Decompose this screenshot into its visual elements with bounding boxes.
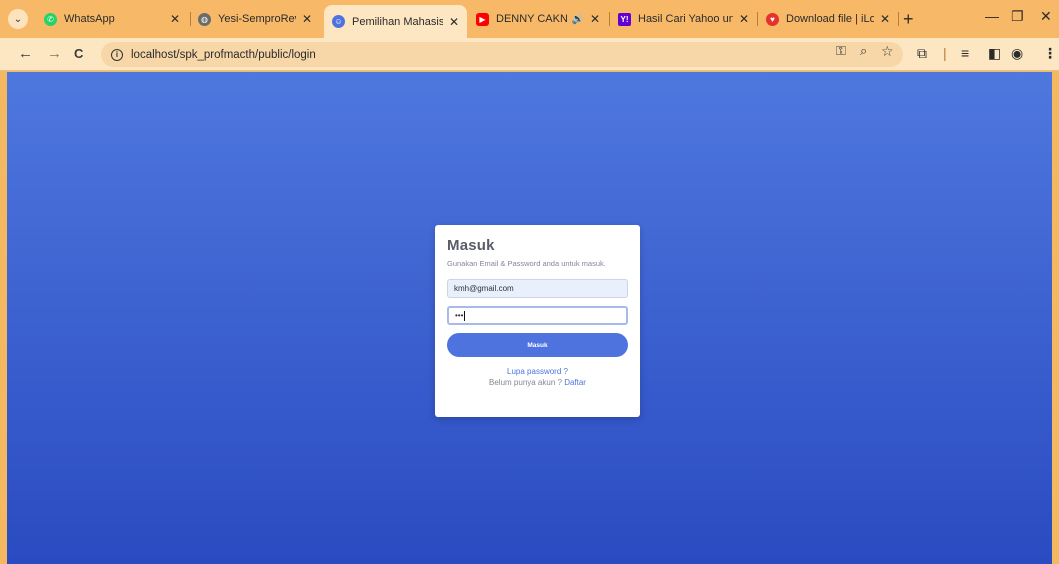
audio-playing-icon[interactable]: 🔊	[571, 14, 583, 25]
menu-icon[interactable]: ⋮	[1043, 45, 1057, 62]
email-field[interactable]: kmh@gmail.com	[447, 279, 628, 298]
register-prefix: Belum punya akun ?	[489, 378, 562, 387]
reload-icon[interactable]: C	[74, 46, 83, 61]
youtube-icon: ▶	[476, 12, 489, 26]
tab-denny-caknan[interactable]: ▶ DENNY CAKNAN 🔊 ✕	[468, 7, 608, 31]
tab-strip: ⌄ ✆ WhatsApp ✕ ◍ Yesi-SemproRevisirev ✕ …	[0, 0, 1059, 38]
email-value: kmh@gmail.com	[454, 284, 514, 293]
forgot-password-link[interactable]: Lupa password ?	[447, 367, 628, 376]
site-icon: ☺	[332, 15, 345, 28]
extensions-icon[interactable]: ⧉	[917, 45, 927, 62]
restore-icon[interactable]: ❐	[1011, 8, 1024, 25]
text-caret	[464, 310, 466, 321]
back-arrow-icon[interactable]: ←	[18, 45, 33, 62]
new-tab-button[interactable]: +	[903, 9, 914, 30]
forward-arrow-icon[interactable]: →	[47, 45, 62, 62]
site-info-icon[interactable]: i	[111, 48, 123, 61]
tab-close-icon[interactable]: ✕	[170, 12, 180, 26]
register-line: Belum punya akun ? Daftar	[447, 378, 628, 387]
tab-close-icon[interactable]: ✕	[449, 15, 459, 29]
password-field[interactable]: •••	[447, 306, 628, 325]
address-bar[interactable]: i localhost/spk_profmacth/public/login	[101, 42, 903, 67]
media-icon[interactable]: ≡	[961, 45, 969, 61]
chevron-down-icon: ⌄	[13, 13, 23, 25]
tab-close-icon[interactable]: ✕	[302, 12, 312, 26]
password-value: •••	[455, 311, 464, 320]
page-viewport: Masuk Gunakan Email & Password anda untu…	[7, 72, 1052, 564]
tab-separator	[898, 12, 899, 26]
tab-whatsapp[interactable]: ✆ WhatsApp ✕	[36, 7, 188, 31]
url-text[interactable]: localhost/spk_profmacth/public/login	[131, 49, 316, 61]
minimize-icon[interactable]: —	[985, 8, 999, 24]
heart-icon: ♥	[766, 12, 779, 26]
browser-toolbar: ← → C i localhost/spk_profmacth/public/l…	[0, 38, 1059, 71]
globe-icon: ◍	[198, 12, 211, 26]
tab-close-icon[interactable]: ✕	[880, 12, 890, 26]
tab-yahoo-search[interactable]: Y! Hasil Cari Yahoo untu ✕	[610, 7, 757, 31]
toolbar-separator: |	[943, 45, 947, 61]
tab-close-icon[interactable]: ✕	[590, 12, 600, 26]
key-icon[interactable]: ⚿	[836, 43, 846, 59]
close-window-icon[interactable]: ✕	[1040, 8, 1052, 25]
tab-close-icon[interactable]: ✕	[739, 12, 749, 26]
whatsapp-icon: ✆	[44, 12, 57, 26]
tab-ilovepdf-download[interactable]: ♥ Download file | iLove ✕	[758, 7, 898, 31]
profile-icon[interactable]: ◉	[1011, 45, 1023, 62]
sidepanel-icon[interactable]: ◧	[988, 45, 1001, 62]
zoom-icon[interactable]: ⌕	[860, 43, 867, 59]
tab-yesi-sempro[interactable]: ◍ Yesi-SemproRevisirev ✕	[190, 7, 320, 31]
login-subtitle: Gunakan Email & Password anda untuk masu…	[447, 259, 606, 268]
login-title: Masuk	[447, 237, 495, 254]
tab-search-button[interactable]: ⌄	[8, 9, 28, 29]
tab-pemilihan-mahasiswa[interactable]: ☺ Pemilihan Mahasiswa ✕	[324, 5, 467, 38]
login-card: Masuk Gunakan Email & Password anda untu…	[435, 225, 640, 417]
star-icon[interactable]: ☆	[881, 43, 894, 60]
login-submit-button[interactable]: Masuk	[447, 333, 628, 357]
register-link[interactable]: Daftar	[564, 378, 586, 387]
yahoo-icon: Y!	[618, 12, 631, 26]
login-links: Lupa password ? Belum punya akun ? Dafta…	[447, 367, 628, 387]
